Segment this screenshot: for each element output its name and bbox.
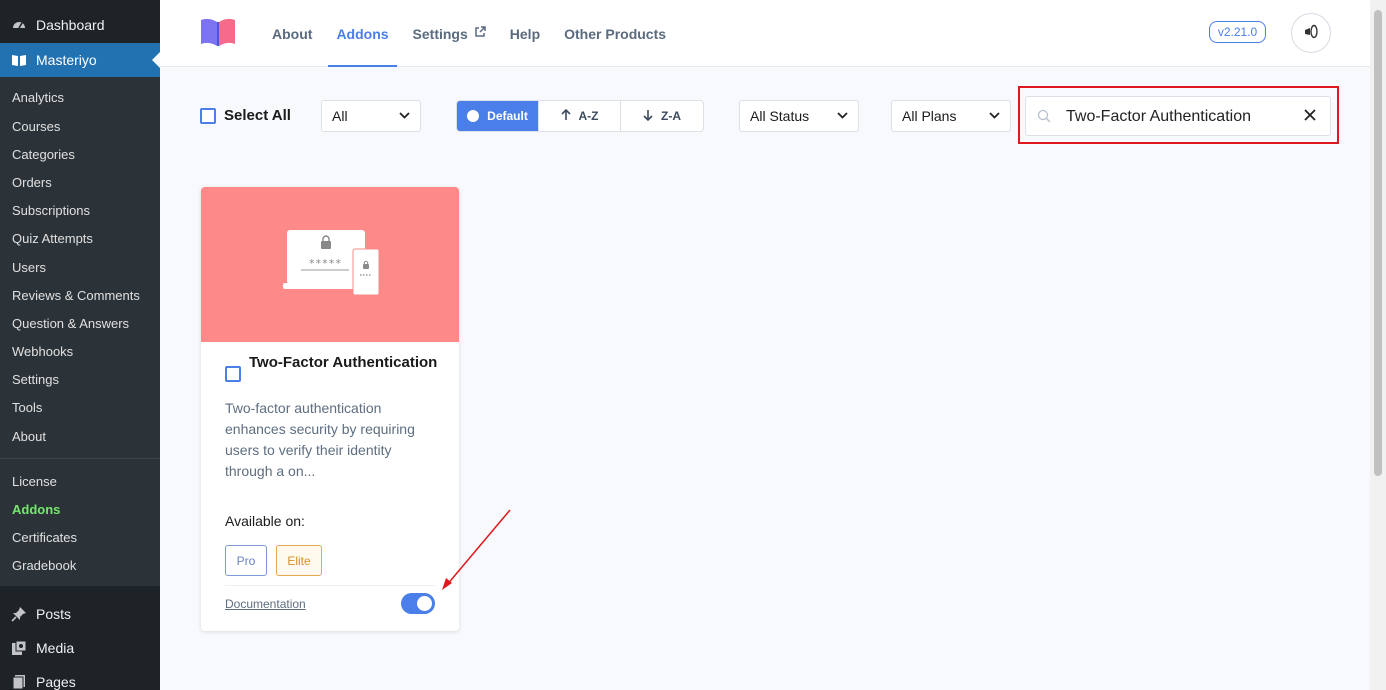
addon-select-checkbox[interactable] [225,366,241,382]
sidebar-item-posts[interactable]: Posts [0,599,160,629]
plans-filter-value: All Plans [902,108,957,124]
nav-help[interactable]: Help [510,0,540,67]
status-filter[interactable]: All Status [739,100,859,132]
book-icon [10,51,28,69]
card-divider [225,585,435,586]
sidebar-submenu: Analytics Courses Categories Orders Subs… [0,77,160,586]
addon-card: ***** Two-Factor Authentication Two-fact… [201,187,459,631]
announcement-button[interactable] [1291,13,1331,53]
search-input[interactable] [1066,105,1296,129]
chevron-down-icon [399,111,410,122]
arrow-down-icon [643,109,653,124]
sidebar-item-pages[interactable]: Pages [0,667,160,690]
sidebar-item-label: Pages [36,674,76,690]
sort-default-button[interactable]: Default [457,101,539,131]
plugin-header: About Addons Settings Help Other Product… [160,0,1370,67]
submenu-addons[interactable]: Addons [12,502,60,517]
sidebar-item-label: Media [36,640,75,656]
pushpin-icon [10,605,28,623]
submenu-categories[interactable]: Categories [12,147,75,162]
select-all[interactable]: Select All [200,107,291,124]
chevron-down-icon [837,111,848,122]
submenu-quiz-attempts[interactable]: Quiz Attempts [12,231,93,246]
submenu-question-answers[interactable]: Question & Answers [12,316,129,331]
submenu-webhooks[interactable]: Webhooks [12,344,73,359]
version-badge: v2.21.0 [1209,21,1266,43]
admin-sidebar: Dashboard Masteriyo Analytics Courses Ca… [0,0,160,690]
sidebar-item-masteriyo[interactable]: Masteriyo [0,43,160,77]
sidebar-item-label: Masteriyo [36,52,97,68]
addon-enable-toggle[interactable] [401,593,435,614]
category-filter[interactable]: All [321,100,421,132]
two-factor-illustration: ***** [283,230,380,296]
category-filter-value: All [332,108,348,124]
megaphone-icon [1302,23,1320,44]
nav-settings[interactable]: Settings [413,0,486,67]
submenu-subscriptions[interactable]: Subscriptions [12,203,90,218]
sidebar-item-label: Posts [36,606,72,622]
plan-badge-elite: Elite [276,545,322,576]
search-icon [1037,109,1051,123]
sort-za-button[interactable]: Z-A [621,101,703,131]
sidebar-item-dashboard[interactable]: Dashboard [0,12,160,38]
nav-addons[interactable]: Addons [328,0,397,67]
submenu-divider [0,458,160,459]
submenu-settings[interactable]: Settings [12,372,59,387]
header-nav: About Addons Settings Help Other Product… [272,0,690,67]
radio-dot-icon [467,110,480,122]
select-all-checkbox[interactable] [200,107,216,124]
nav-other-products[interactable]: Other Products [564,0,666,67]
submenu-tools[interactable]: Tools [12,400,42,415]
nav-about[interactable]: About [272,0,312,67]
submenu-gradebook[interactable]: Gradebook [12,558,76,573]
plan-badge-pro: Pro [225,545,267,576]
search-box [1025,96,1331,136]
external-link-icon [474,26,486,41]
available-on-label: Available on: [225,513,305,529]
addon-description: Two-factor authentication enhances secur… [225,400,415,479]
toggle-knob [417,596,432,611]
scrollbar-thumb[interactable] [1374,10,1382,476]
plans-filter[interactable]: All Plans [891,100,1011,132]
arrow-up-icon [560,108,571,124]
select-all-label: Select All [224,107,291,124]
submenu-analytics[interactable]: Analytics [12,90,64,105]
chevron-down-icon [989,111,1000,122]
illustration-password-text: ***** [308,257,341,270]
submenu-certificates[interactable]: Certificates [12,530,77,545]
sort-toggle-group: Default A-Z Z-A [456,100,704,132]
dashboard-icon [10,16,28,34]
media-icon [10,639,28,657]
clear-search-icon[interactable] [1304,108,1316,126]
submenu-courses[interactable]: Courses [12,119,60,134]
addon-banner: ***** [201,187,459,342]
pages-icon [10,673,28,690]
submenu-users[interactable]: Users [12,260,46,275]
addon-title: Two-Factor Authentication [249,354,438,371]
page-scrollbar[interactable] [1370,0,1386,690]
masteriyo-logo[interactable] [200,17,236,47]
submenu-reviews-comments[interactable]: Reviews & Comments [12,288,140,303]
sort-az-button[interactable]: A-Z [539,101,621,131]
submenu-license[interactable]: License [12,474,57,489]
submenu-orders[interactable]: Orders [12,175,52,190]
documentation-link[interactable]: Documentation [225,597,306,611]
sidebar-item-media[interactable]: Media [0,633,160,663]
submenu-about[interactable]: About [12,429,46,444]
sidebar-item-label: Dashboard [36,17,105,33]
status-filter-value: All Status [750,108,810,124]
